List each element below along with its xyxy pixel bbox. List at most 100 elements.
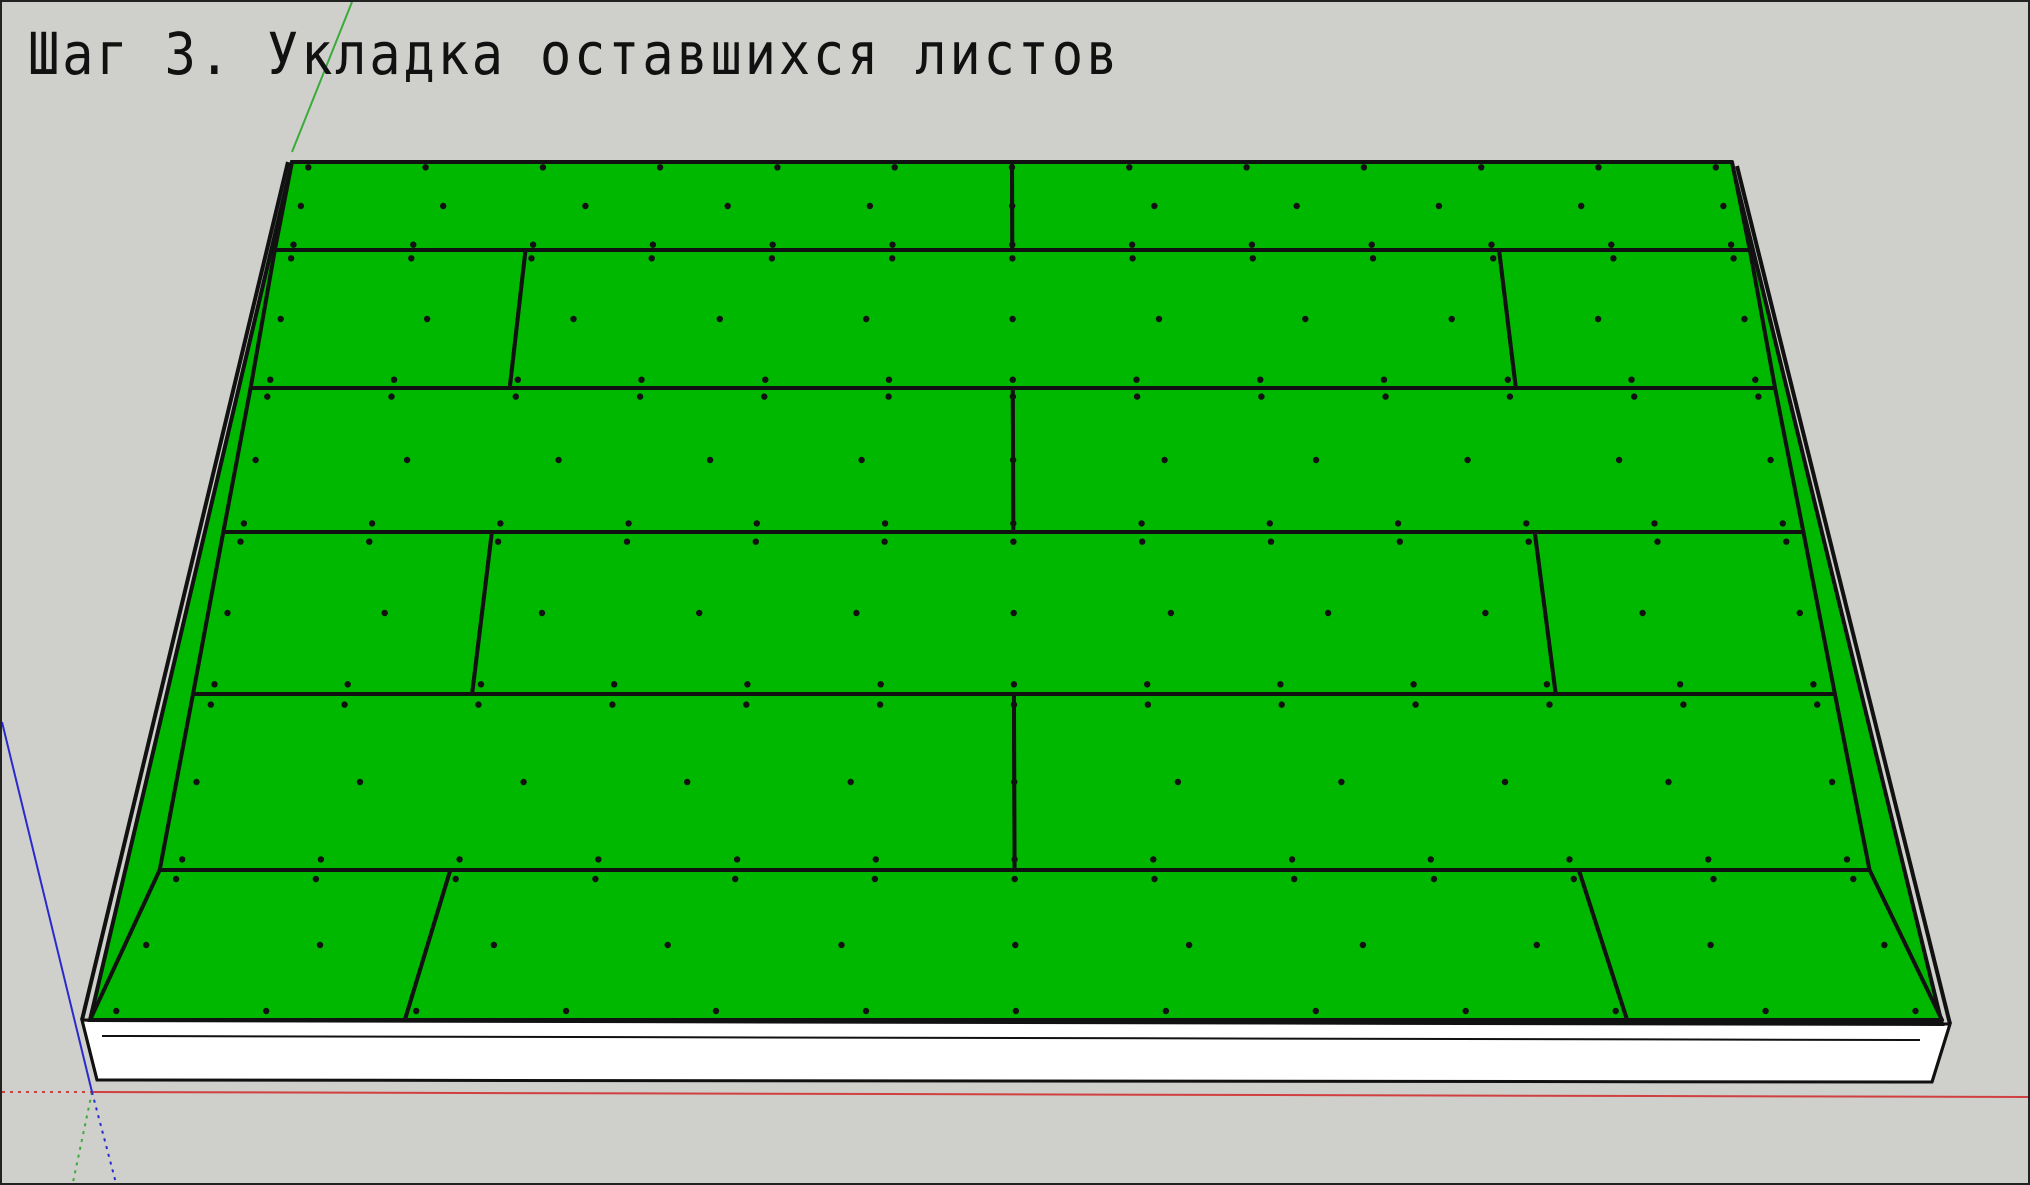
nail-mark — [1594, 315, 1602, 323]
nail-mark — [529, 241, 537, 248]
nail-mark — [1741, 315, 1748, 323]
nail-mark — [1277, 681, 1284, 688]
green-axis-negative — [71, 1091, 93, 1183]
nail-mark — [1810, 681, 1817, 688]
osb-sheet[interactable] — [1011, 692, 1872, 872]
osb-sheet[interactable] — [248, 248, 528, 390]
nail-mark — [1150, 856, 1157, 863]
osb-sheet[interactable] — [1010, 386, 1806, 534]
nail-mark — [1525, 538, 1532, 545]
nail-mark — [570, 315, 577, 323]
nail-mark — [1610, 255, 1617, 262]
nail-mark — [264, 393, 271, 400]
nail-mark — [716, 315, 723, 323]
nail-mark — [237, 538, 244, 545]
nail-mark — [1639, 609, 1646, 617]
nail-mark — [422, 164, 429, 171]
nail-mark — [1712, 164, 1720, 171]
nail-mark — [538, 609, 546, 617]
nail-mark — [1843, 856, 1851, 863]
osb-sheet[interactable] — [191, 530, 494, 696]
nail-mark — [1133, 393, 1141, 400]
nail-mark — [1394, 520, 1402, 527]
osb-sheet[interactable] — [157, 692, 1017, 872]
nail-mark — [143, 941, 150, 949]
nail-mark — [1155, 315, 1163, 323]
nail-mark — [1312, 456, 1320, 464]
nail-mark — [743, 701, 750, 708]
nail-mark — [490, 941, 498, 949]
nail-mark — [1488, 241, 1495, 248]
osb-sheet[interactable] — [272, 160, 1015, 252]
nail-mark — [625, 520, 632, 527]
nail-mark — [1009, 241, 1016, 248]
nail-mark — [344, 681, 351, 688]
nail-mark — [1167, 609, 1175, 617]
osb-sheet[interactable] — [1010, 160, 1752, 252]
nail-mark — [885, 393, 892, 400]
nail-mark — [179, 856, 186, 863]
nail-mark — [638, 376, 645, 383]
nail-mark — [881, 538, 888, 545]
nail-mark — [1912, 1007, 1919, 1015]
nail-mark — [297, 202, 305, 210]
nail-mark — [1478, 164, 1485, 171]
nail-mark — [885, 376, 893, 383]
nail-mark — [1133, 376, 1140, 383]
nail-mark — [684, 778, 691, 786]
nail-mark — [1011, 875, 1018, 883]
osb-sheet[interactable] — [1532, 530, 1837, 696]
nail-mark — [1595, 164, 1602, 171]
nail-mark — [582, 202, 589, 210]
nail-mark — [724, 202, 731, 210]
nail-mark — [475, 701, 482, 708]
nail-mark — [368, 520, 376, 527]
nail-mark — [388, 393, 395, 400]
nail-mark — [317, 856, 325, 863]
nail-mark — [733, 856, 741, 863]
nail-mark — [1380, 376, 1388, 383]
nail-mark — [555, 456, 562, 464]
nail-mark — [1302, 315, 1309, 323]
nail-mark — [1267, 538, 1275, 545]
nail-mark — [1615, 456, 1623, 464]
nail-mark — [1762, 1007, 1769, 1015]
nail-mark — [1506, 393, 1514, 400]
nail-mark — [539, 164, 547, 171]
nail-mark — [863, 315, 870, 323]
nail-mark — [636, 393, 644, 400]
nail-mark — [1490, 255, 1497, 262]
nail-mark — [1009, 202, 1016, 210]
nail-mark — [494, 538, 502, 545]
nail-mark — [1501, 778, 1509, 786]
nail-mark — [267, 376, 274, 383]
nail-mark — [1628, 376, 1635, 383]
nail-mark — [623, 538, 631, 545]
nail-mark — [1009, 315, 1016, 323]
nail-mark — [1814, 701, 1821, 708]
nail-mark — [497, 520, 504, 527]
nail-mark — [1008, 164, 1016, 171]
nail-mark — [838, 941, 845, 949]
nail-mark — [656, 164, 664, 171]
osb-sheet[interactable] — [1497, 248, 1778, 390]
nail-mark — [853, 609, 860, 617]
nail-mark — [1382, 393, 1389, 400]
nail-mark — [1369, 255, 1377, 262]
nail-mark — [889, 241, 896, 248]
blue-axis-negative — [91, 1091, 117, 1183]
nail-mark — [1612, 1007, 1619, 1015]
nail-mark — [753, 520, 760, 527]
model-viewport[interactable]: Шаг 3. Укладка оставшихся листов — [0, 0, 2030, 1185]
nail-mark — [1410, 681, 1417, 688]
nail-mark — [1796, 609, 1804, 617]
nail-mark — [1779, 520, 1787, 527]
nail-mark — [456, 856, 463, 863]
nail-mark — [891, 164, 898, 171]
nail-mark — [1546, 701, 1553, 708]
nail-mark — [1730, 255, 1737, 262]
nail-mark — [732, 875, 739, 883]
nail-mark — [1258, 393, 1265, 400]
osb-sheet[interactable] — [221, 386, 1016, 534]
nail-mark — [1752, 376, 1759, 383]
